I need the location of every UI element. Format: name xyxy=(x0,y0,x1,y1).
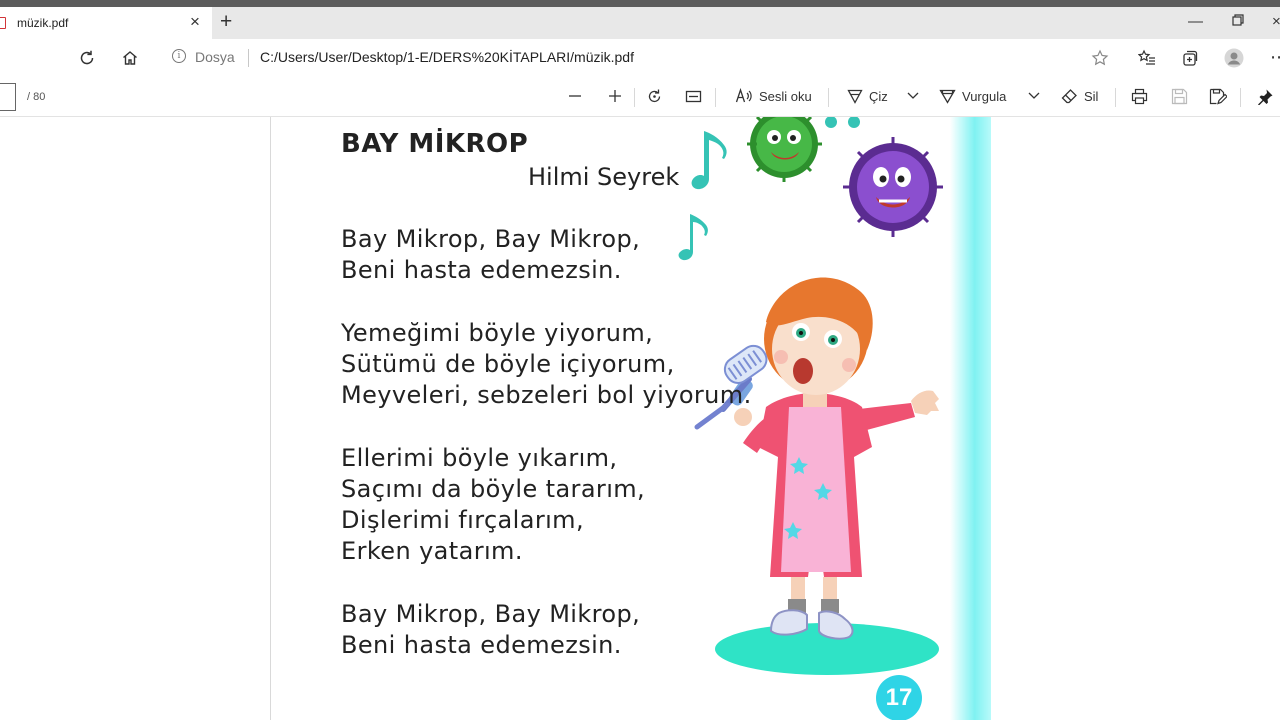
verse-line: Bay Mikrop, Bay Mikrop, xyxy=(341,225,641,253)
verse-line: Erken yatarım. xyxy=(341,537,523,565)
draw-label: Çiz xyxy=(869,88,888,104)
address-bar: i Dosya C:/Users/User/Desktop/1-E/DERS%2… xyxy=(0,39,1280,78)
zoom-in-icon[interactable] xyxy=(607,88,623,104)
collections-icon[interactable] xyxy=(1181,49,1199,72)
pdf-toolbar: / 80 Sesli oku Çiz Vurgula Sil xyxy=(0,78,1280,117)
site-label[interactable]: Dosya xyxy=(195,49,235,65)
url-field[interactable]: C:/Users/User/Desktop/1-E/DERS%20KİTAPLA… xyxy=(260,49,634,65)
tab-bar: müzik.pdf × + — × xyxy=(0,7,1280,39)
refresh-icon[interactable] xyxy=(78,49,96,72)
highlight-button[interactable]: Vurgula xyxy=(939,88,1006,104)
stanza-2: Yemeğimi böyle yiyorum, Sütümü de böyle … xyxy=(341,318,752,411)
page-total: / 80 xyxy=(27,91,46,103)
read-aloud-label: Sesli oku xyxy=(759,88,812,104)
read-aloud-button[interactable]: Sesli oku xyxy=(735,88,812,104)
verse-line: Dişlerimi fırçalarım, xyxy=(341,506,584,534)
verse-line: Beni hasta edemezsin. xyxy=(341,256,622,284)
pin-toolbar-icon[interactable] xyxy=(1257,88,1274,105)
tab-title: müzik.pdf xyxy=(17,16,69,30)
window-top-strip xyxy=(0,0,1280,7)
verse-line: Beni hasta edemezsin. xyxy=(341,631,622,659)
erase-button[interactable]: Sil xyxy=(1061,88,1098,104)
highlight-chevron-down-icon[interactable] xyxy=(1027,88,1041,102)
poem-title: BAY MİKROP xyxy=(341,129,529,159)
print-icon[interactable] xyxy=(1131,88,1148,105)
verse-line: Meyveleri, sebzeleri bol yiyorum. xyxy=(341,381,752,409)
stanza-1: Bay Mikrop, Bay Mikrop, Beni hasta edeme… xyxy=(341,224,640,286)
erase-label: Sil xyxy=(1084,88,1099,104)
page-number-input[interactable] xyxy=(0,83,16,111)
highlight-label: Vurgula xyxy=(962,88,1007,104)
draw-chevron-down-icon[interactable] xyxy=(906,88,920,102)
verse-line: Saçımı da böyle tararım, xyxy=(341,475,646,503)
toolbar-divider xyxy=(828,88,829,107)
stanza-4: Bay Mikrop, Bay Mikrop, Beni hasta edeme… xyxy=(341,599,640,661)
verse-line: Ellerimi böyle yıkarım, xyxy=(341,444,618,472)
toolbar-divider xyxy=(1240,88,1241,107)
site-info-icon[interactable]: i xyxy=(172,49,186,63)
favorites-list-icon[interactable] xyxy=(1137,49,1156,72)
verse-line: Bay Mikrop, Bay Mikrop, xyxy=(341,600,641,628)
tab-close-icon[interactable]: × xyxy=(190,12,200,32)
pdf-file-icon xyxy=(0,17,6,29)
verse-line: Sütümü de böyle içiyorum, xyxy=(341,350,675,378)
window-close-icon[interactable]: × xyxy=(1272,13,1280,30)
toolbar-divider xyxy=(634,88,635,107)
rotate-icon[interactable] xyxy=(646,88,663,105)
purple-germ-icon xyxy=(843,137,943,237)
toolbar-divider xyxy=(715,88,716,107)
page-number-badge: 17 xyxy=(876,675,922,720)
poem-author: Hilmi Seyrek xyxy=(528,163,680,191)
tab-muzik-pdf[interactable]: müzik.pdf × xyxy=(0,7,212,39)
restore-icon[interactable] xyxy=(1232,13,1244,30)
green-germ-icon xyxy=(747,117,822,182)
address-divider xyxy=(248,49,249,67)
stanza-3: Ellerimi böyle yıkarım, Saçımı da böyle … xyxy=(341,443,645,567)
toolbar-divider xyxy=(1115,88,1116,107)
favorite-star-icon[interactable] xyxy=(1091,49,1109,72)
save-as-icon[interactable] xyxy=(1209,88,1227,105)
more-menu-icon[interactable]: ⋯ xyxy=(1270,47,1280,68)
pdf-viewer[interactable]: BAY MİKROP Hilmi Seyrek Bay Mikrop, Bay … xyxy=(0,117,1280,720)
home-icon[interactable] xyxy=(121,49,139,72)
minimize-icon[interactable]: — xyxy=(1188,13,1203,30)
fit-page-icon[interactable] xyxy=(685,88,702,105)
profile-avatar-icon[interactable] xyxy=(1224,48,1244,73)
verse-line: Yemeğimi böyle yiyorum, xyxy=(341,319,654,347)
pdf-page: BAY MİKROP Hilmi Seyrek Bay Mikrop, Bay … xyxy=(271,117,991,720)
save-icon[interactable] xyxy=(1171,88,1188,105)
new-tab-icon[interactable]: + xyxy=(220,10,232,34)
draw-button[interactable]: Çiz xyxy=(847,88,888,104)
zoom-out-icon[interactable] xyxy=(567,88,583,104)
